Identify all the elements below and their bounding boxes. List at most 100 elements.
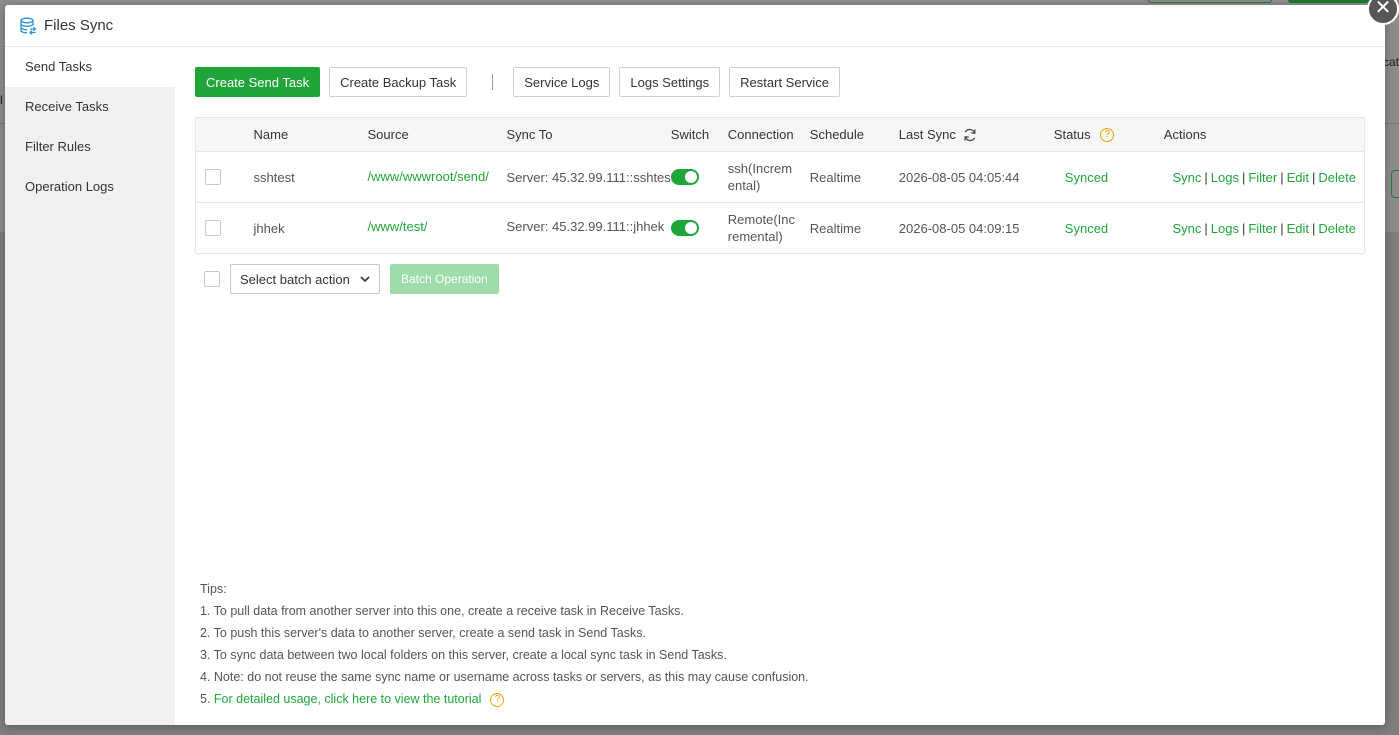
toolbar-divider bbox=[492, 74, 494, 90]
row-checkbox[interactable] bbox=[205, 220, 221, 237]
table-row: sshtest /www/wwwroot/send/ Server: 45.32… bbox=[195, 151, 1365, 203]
column-header-schedule: Schedule bbox=[809, 117, 899, 152]
sidebar-item-receive-tasks[interactable]: Receive Tasks bbox=[5, 87, 175, 127]
task-schedule: Realtime bbox=[809, 220, 862, 236]
task-connection-line: ental) bbox=[727, 178, 761, 193]
task-source-link[interactable]: /www/test/ bbox=[368, 219, 428, 234]
tips-heading: Tips: bbox=[200, 582, 227, 596]
task-connection: ssh(Increm ental) bbox=[727, 151, 810, 203]
table-row: jhhek /www/test/ Server: 45.32.99.111::j… bbox=[196, 203, 1365, 254]
filter-action-link[interactable]: Filter bbox=[1248, 221, 1277, 236]
task-sync-to: Server: 45.32.99.111::sshtes bbox=[506, 151, 671, 203]
task-connection-line: remental) bbox=[727, 229, 783, 244]
toolbar: Create Send Task Create Backup Task Serv… bbox=[195, 67, 1365, 97]
action-separator: | bbox=[1241, 220, 1246, 236]
background-text-fragment: cat bbox=[1382, 55, 1399, 69]
background-button bbox=[1148, 0, 1272, 3]
background-text-fragment: l bbox=[0, 93, 3, 107]
tutorial-link[interactable]: For detailed usage, click here to view t… bbox=[214, 692, 482, 706]
tip-item: 3. To sync data between two local folder… bbox=[200, 648, 727, 662]
background-button bbox=[1288, 0, 1374, 3]
sidebar-item-send-tasks[interactable]: Send Tasks bbox=[5, 47, 175, 87]
task-connection-line: Remote(Inc bbox=[727, 212, 795, 227]
create-send-task-button[interactable]: Create Send Task bbox=[195, 67, 321, 97]
batch-operation-button[interactable]: Batch Operation bbox=[390, 264, 499, 294]
action-separator: | bbox=[1241, 169, 1246, 185]
column-header-source: Source bbox=[367, 117, 507, 152]
task-name: jhhek bbox=[253, 220, 285, 236]
filter-action-link[interactable]: Filter bbox=[1248, 170, 1277, 185]
task-last-sync: 2026-08-05 04:09:15 bbox=[898, 220, 1020, 236]
column-header-switch: Switch bbox=[670, 117, 728, 152]
send-tasks-table: Name Source Sync To Switch Connection Sc… bbox=[195, 117, 1365, 254]
chevron-down-icon bbox=[360, 275, 370, 282]
refresh-icon[interactable] bbox=[963, 128, 977, 142]
action-separator: | bbox=[1204, 220, 1208, 236]
action-separator: | bbox=[1312, 220, 1316, 236]
sync-action-link[interactable]: Sync bbox=[1172, 170, 1201, 185]
files-sync-dialog: Files Sync Send Tasks Receive Tasks Filt… bbox=[5, 5, 1385, 725]
tips-section: Tips: 1. To pull data from another serve… bbox=[200, 578, 809, 710]
batch-action-select-value: Select batch action bbox=[240, 271, 350, 287]
database-icon bbox=[20, 17, 37, 35]
column-header-status: Status ? bbox=[1053, 117, 1164, 152]
select-all-header bbox=[195, 117, 254, 152]
question-circle-icon[interactable]: ? bbox=[1100, 128, 1115, 143]
batch-action-select[interactable]: Select batch action bbox=[230, 264, 380, 294]
task-connection-line: ssh(Increm bbox=[727, 161, 793, 176]
status-badge: Synced bbox=[1064, 169, 1109, 185]
action-separator: | bbox=[1280, 220, 1284, 236]
dialog-header: Files Sync bbox=[5, 5, 1385, 47]
select-all-checkbox[interactable] bbox=[204, 271, 220, 287]
task-switch-toggle[interactable] bbox=[670, 169, 699, 186]
question-circle-icon[interactable]: ? bbox=[490, 692, 505, 707]
row-checkbox[interactable] bbox=[205, 169, 221, 186]
status-badge: Synced bbox=[1064, 220, 1109, 236]
close-icon: ✕ bbox=[1374, 0, 1392, 19]
edit-action-link[interactable]: Edit bbox=[1287, 221, 1309, 236]
tip-item: 1. To pull data from another server into… bbox=[200, 604, 684, 618]
column-header-sync-to: Sync To bbox=[506, 117, 671, 152]
task-actions: Sync | Logs | Filter | Edit | Delete bbox=[1164, 203, 1365, 254]
logs-action-link[interactable]: Logs bbox=[1211, 170, 1239, 185]
task-last-sync: 2026-08-05 04:05:44 bbox=[898, 151, 1054, 203]
task-actions: Sync | Logs | Filter | Edit | Delete bbox=[1163, 151, 1365, 203]
delete-action-link[interactable]: Delete bbox=[1318, 221, 1356, 236]
logs-action-link[interactable]: Logs bbox=[1211, 221, 1239, 236]
column-header-last-sync: Last Sync bbox=[898, 117, 1054, 152]
edit-action-link[interactable]: Edit bbox=[1287, 170, 1309, 185]
task-connection: Remote(Inc remental) bbox=[728, 203, 810, 254]
action-separator: | bbox=[1312, 169, 1316, 185]
task-schedule: Realtime bbox=[809, 151, 899, 203]
dialog-body: Send Tasks Receive Tasks Filter Rules Op… bbox=[5, 47, 1385, 725]
tip-item: 4. Note: do not reuse the same sync name… bbox=[200, 670, 809, 684]
task-switch-toggle[interactable] bbox=[670, 220, 699, 237]
main-content: Create Send Task Create Backup Task Serv… bbox=[175, 47, 1385, 725]
batch-operation-row: Select batch action Batch Operation bbox=[195, 264, 1365, 294]
last-sync-header-label: Last Sync bbox=[898, 126, 956, 142]
delete-action-link[interactable]: Delete bbox=[1318, 170, 1356, 185]
restart-service-button[interactable]: Restart Service bbox=[729, 67, 841, 97]
dialog-title: Files Sync bbox=[44, 17, 114, 34]
status-header-label: Status bbox=[1053, 126, 1091, 142]
action-separator: | bbox=[1280, 169, 1284, 185]
action-separator: | bbox=[1204, 169, 1208, 185]
column-header-actions: Actions bbox=[1163, 117, 1365, 152]
sidebar-item-filter-rules[interactable]: Filter Rules bbox=[5, 127, 175, 167]
sidebar: Send Tasks Receive Tasks Filter Rules Op… bbox=[5, 47, 175, 725]
service-logs-button[interactable]: Service Logs bbox=[513, 67, 611, 97]
task-source-link[interactable]: /www/wwwroot/send/ bbox=[368, 169, 489, 184]
tip-prefix: 5. bbox=[200, 692, 214, 706]
task-name: sshtest bbox=[253, 151, 368, 203]
task-sync-to: Server: 45.32.99.111::jhhek bbox=[506, 218, 665, 234]
column-header-name: Name bbox=[253, 117, 368, 152]
tip-item: 2. To push this server's data to another… bbox=[200, 626, 646, 640]
sidebar-item-operation-logs[interactable]: Operation Logs bbox=[5, 167, 175, 207]
column-header-connection: Connection bbox=[727, 117, 810, 152]
sync-action-link[interactable]: Sync bbox=[1172, 221, 1201, 236]
tip-item-tutorial: 5. For detailed usage, click here to vie… bbox=[200, 688, 809, 710]
table-header-row: Name Source Sync To Switch Connection Sc… bbox=[195, 117, 1365, 152]
background-button bbox=[1391, 170, 1399, 198]
create-backup-task-button[interactable]: Create Backup Task bbox=[329, 67, 468, 97]
logs-settings-button[interactable]: Logs Settings bbox=[619, 67, 721, 97]
